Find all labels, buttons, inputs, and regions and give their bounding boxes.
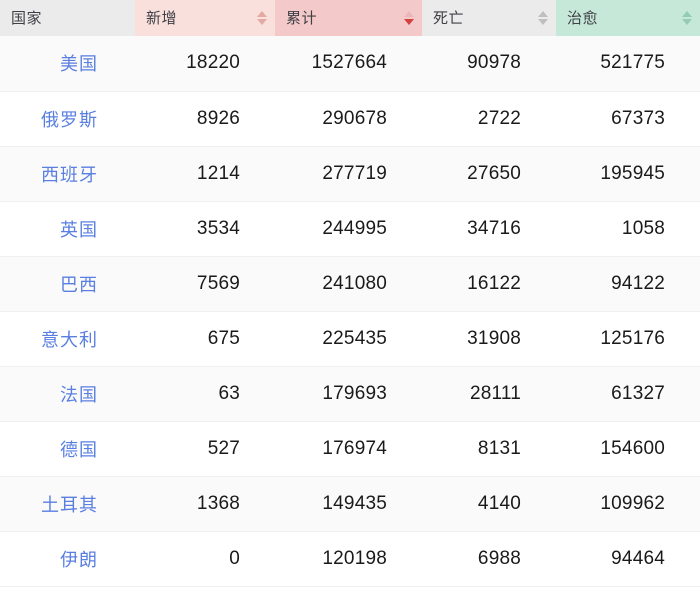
cell-new: 18220 — [135, 36, 275, 92]
covid-stats-table: 国家 新增 累计 死亡 治愈 美国 18220 1527664 90978 52… — [0, 0, 700, 587]
cell-death: 2722 — [422, 91, 556, 147]
country-link[interactable]: 伊朗 — [60, 550, 98, 570]
cell-cured: 125176 — [556, 311, 700, 367]
table-header-row: 国家 新增 累计 死亡 治愈 — [0, 0, 700, 36]
cell-country: 美国 — [0, 36, 135, 92]
cell-new: 7569 — [135, 256, 275, 312]
country-link[interactable]: 俄罗斯 — [41, 110, 98, 130]
country-link[interactable]: 法国 — [60, 385, 98, 405]
table-row: 西班牙 1214 277719 27650 195945 — [0, 146, 700, 202]
cell-new: 675 — [135, 311, 275, 367]
cell-country: 意大利 — [0, 311, 135, 367]
cell-country: 伊朗 — [0, 531, 135, 587]
table-body: 美国 18220 1527664 90978 521775 俄罗斯 8926 290678 27… — [0, 36, 700, 587]
cell-cured: 94122 — [556, 256, 700, 312]
cell-country: 巴西 — [0, 256, 135, 312]
table-row: 意大利 675 225435 31908 125176 — [0, 311, 700, 367]
country-link[interactable]: 英国 — [60, 220, 98, 240]
sort-caret-icon-cured[interactable] — [681, 8, 693, 28]
cell-death: 4140 — [422, 476, 556, 532]
cell-country: 土耳其 — [0, 476, 135, 532]
table-row: 巴西 7569 241080 16122 94122 — [0, 256, 700, 312]
column-header-country: 国家 — [0, 0, 135, 36]
covid-stats-table-container: 国家 新增 累计 死亡 治愈 美国 18220 1527664 90978 52… — [0, 0, 700, 591]
cell-total: 1527664 — [275, 36, 422, 92]
cell-death: 31908 — [422, 311, 556, 367]
cell-death: 34716 — [422, 201, 556, 257]
cell-new: 1368 — [135, 476, 275, 532]
table-row: 俄罗斯 8926 290678 2722 67373 — [0, 91, 700, 147]
cell-new: 63 — [135, 366, 275, 422]
table-row: 土耳其 1368 149435 4140 109962 — [0, 476, 700, 532]
cell-cured: 67373 — [556, 91, 700, 147]
cell-new: 1214 — [135, 146, 275, 202]
column-header-cured-label: 治愈 — [567, 9, 599, 27]
cell-total: 241080 — [275, 256, 422, 312]
sort-caret-icon-death[interactable] — [537, 8, 549, 28]
cell-death: 90978 — [422, 36, 556, 92]
cell-cured: 1058 — [556, 201, 700, 257]
cell-country: 西班牙 — [0, 146, 135, 202]
sort-caret-icon-total-descending-active[interactable] — [403, 8, 415, 28]
column-header-country-label: 国家 — [11, 9, 43, 27]
cell-total: 149435 — [275, 476, 422, 532]
table-header: 国家 新增 累计 死亡 治愈 — [0, 0, 700, 36]
cell-cured: 109962 — [556, 476, 700, 532]
cell-total: 225435 — [275, 311, 422, 367]
cell-total: 176974 — [275, 421, 422, 477]
table-row: 伊朗 0 120198 6988 94464 — [0, 531, 700, 587]
country-link[interactable]: 土耳其 — [41, 495, 98, 515]
cell-total: 244995 — [275, 201, 422, 257]
cell-country: 法国 — [0, 366, 135, 422]
table-row: 德国 527 176974 8131 154600 — [0, 421, 700, 477]
country-link[interactable]: 西班牙 — [41, 165, 98, 185]
column-header-total[interactable]: 累计 — [275, 0, 422, 36]
cell-new: 8926 — [135, 91, 275, 147]
column-header-new-label: 新增 — [146, 9, 178, 27]
column-header-total-label: 累计 — [286, 9, 318, 27]
table-row: 英国 3534 244995 34716 1058 — [0, 201, 700, 257]
country-link[interactable]: 德国 — [60, 440, 98, 460]
column-header-death-label: 死亡 — [433, 9, 465, 27]
cell-death: 6988 — [422, 531, 556, 587]
cell-country: 德国 — [0, 421, 135, 477]
cell-death: 16122 — [422, 256, 556, 312]
column-header-death[interactable]: 死亡 — [422, 0, 556, 36]
country-link[interactable]: 意大利 — [41, 330, 98, 350]
cell-country: 俄罗斯 — [0, 91, 135, 147]
column-header-cured[interactable]: 治愈 — [556, 0, 700, 36]
cell-cured: 195945 — [556, 146, 700, 202]
table-row: 美国 18220 1527664 90978 521775 — [0, 36, 700, 92]
cell-new: 527 — [135, 421, 275, 477]
cell-new: 3534 — [135, 201, 275, 257]
cell-total: 120198 — [275, 531, 422, 587]
cell-death: 8131 — [422, 421, 556, 477]
cell-new: 0 — [135, 531, 275, 587]
table-row: 法国 63 179693 28111 61327 — [0, 366, 700, 422]
cell-cured: 154600 — [556, 421, 700, 477]
cell-death: 28111 — [422, 366, 556, 422]
column-header-new[interactable]: 新增 — [135, 0, 275, 36]
cell-cured: 94464 — [556, 531, 700, 587]
cell-cured: 61327 — [556, 366, 700, 422]
country-link[interactable]: 巴西 — [60, 275, 98, 295]
cell-death: 27650 — [422, 146, 556, 202]
country-link[interactable]: 美国 — [60, 54, 98, 74]
cell-country: 英国 — [0, 201, 135, 257]
cell-total: 179693 — [275, 366, 422, 422]
cell-total: 277719 — [275, 146, 422, 202]
cell-total: 290678 — [275, 91, 422, 147]
cell-cured: 521775 — [556, 36, 700, 92]
sort-caret-icon-new[interactable] — [256, 8, 268, 28]
